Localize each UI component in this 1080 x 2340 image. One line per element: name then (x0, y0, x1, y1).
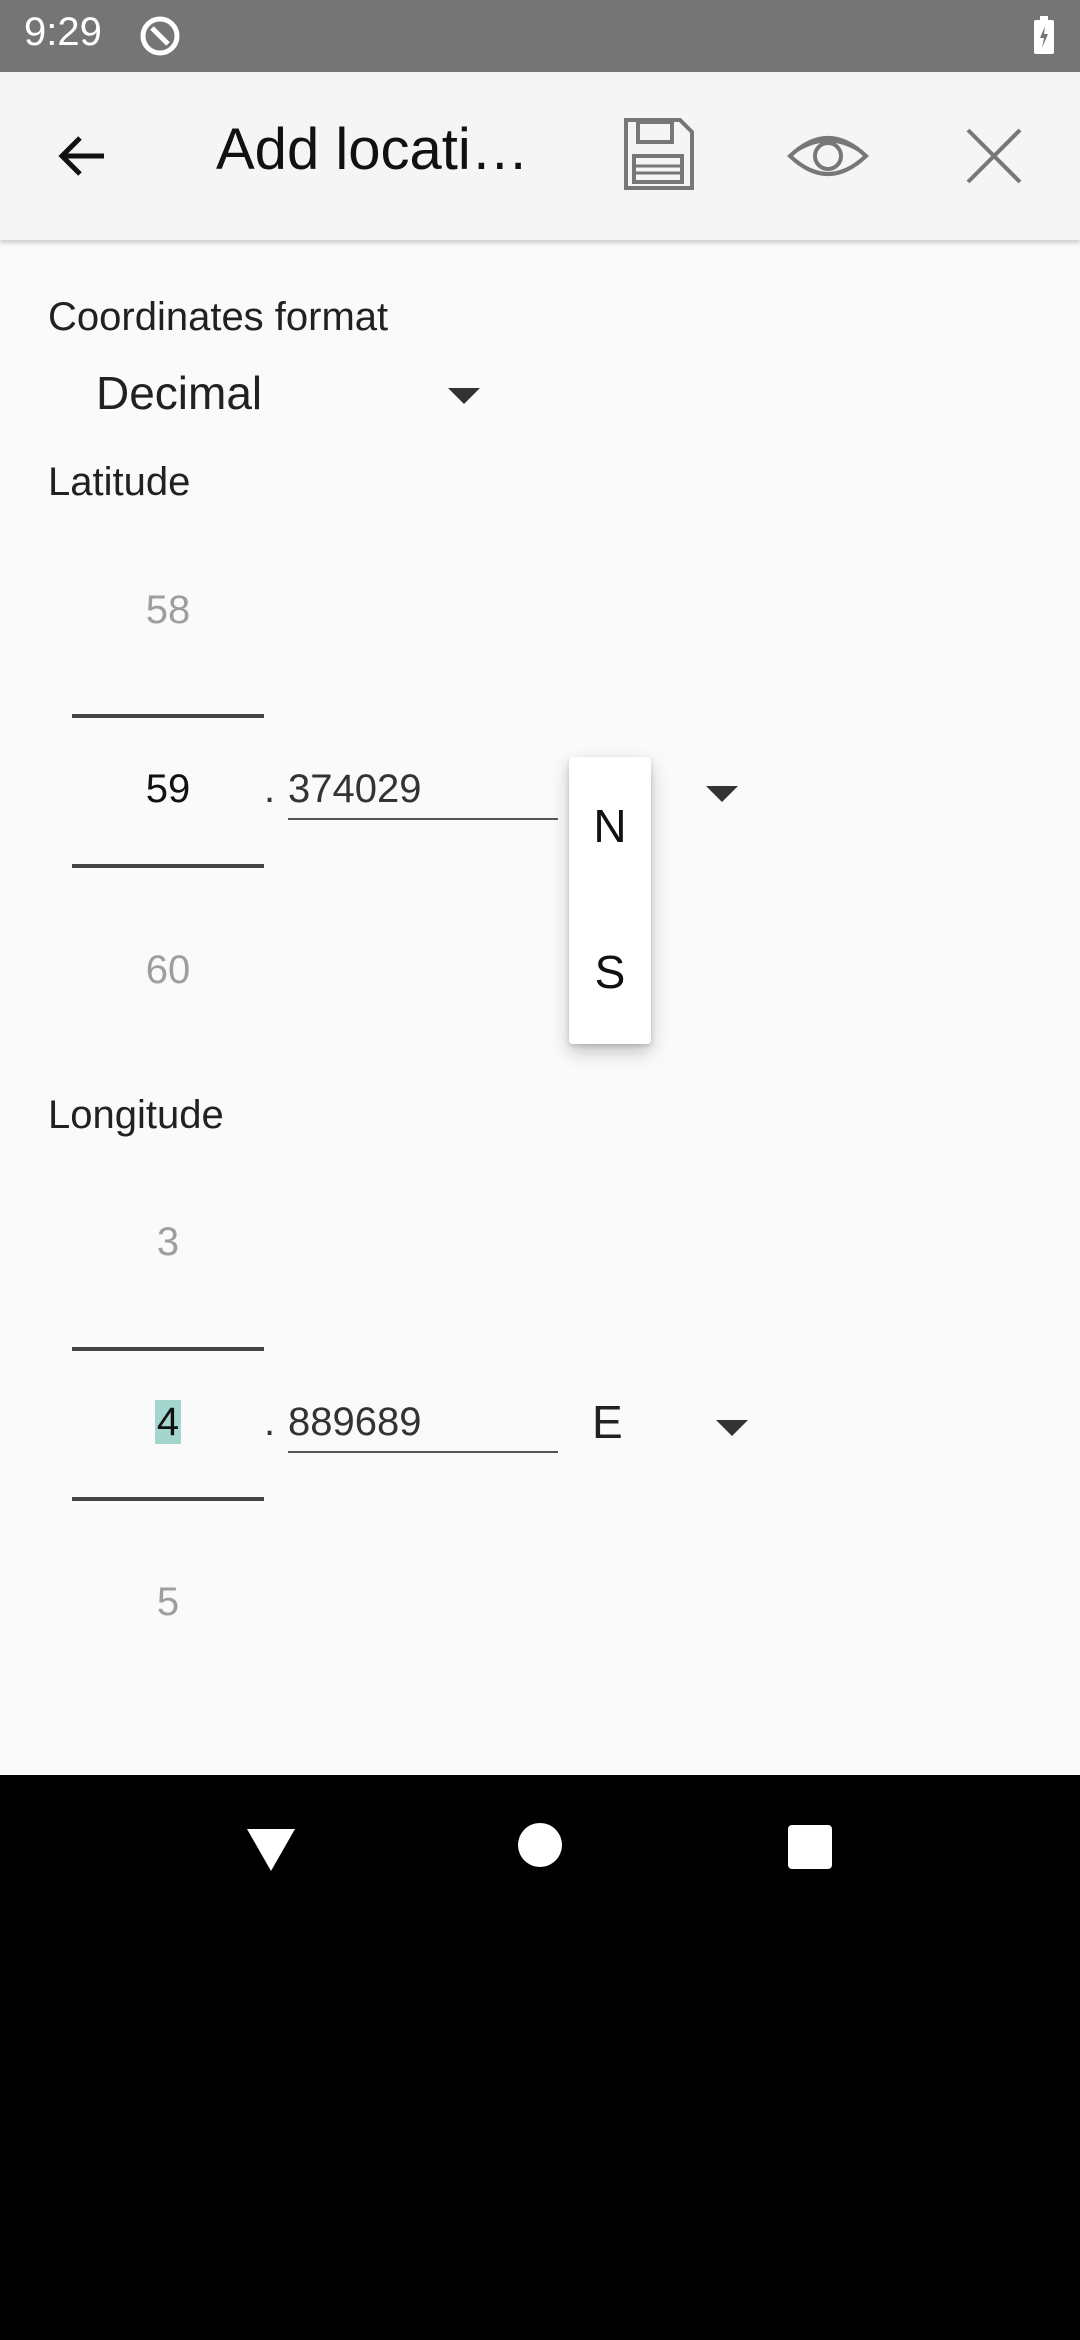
coordinates-format-label: Coordinates format (48, 295, 389, 339)
picker-divider (72, 1347, 264, 1351)
app-bar: Add locati… (0, 72, 1080, 240)
preview-eye-icon[interactable] (786, 124, 870, 188)
picker-divider (72, 864, 264, 868)
latitude-picker-next[interactable]: 60 (72, 948, 264, 993)
coordinates-format-value: Decimal (96, 367, 263, 419)
latitude-picker-prev[interactable]: 58 (72, 588, 264, 633)
status-time: 9:29 (24, 10, 102, 54)
battery-icon (1034, 16, 1054, 54)
close-icon[interactable] (962, 124, 1026, 188)
nav-home-icon[interactable] (518, 1823, 562, 1867)
back-arrow-icon[interactable] (50, 124, 114, 188)
longitude-picker-value[interactable]: 4 (72, 1400, 264, 1445)
latitude-hemisphere-arrow-icon[interactable] (706, 786, 738, 802)
sync-status-icon (140, 16, 180, 56)
latitude-picker-value[interactable]: 59 (72, 767, 264, 812)
location-form: Coordinates format Decimal Latitude 58 5… (0, 240, 1080, 1775)
latitude-label: Latitude (48, 460, 191, 504)
latitude-hemisphere-menu: N S (569, 757, 651, 1044)
longitude-label: Longitude (48, 1093, 224, 1137)
system-navigation-bar (0, 1775, 1080, 2340)
hemisphere-option-n[interactable]: N (569, 799, 651, 853)
hemisphere-option-s[interactable]: S (569, 945, 651, 999)
longitude-picker-value-text: 4 (154, 1400, 182, 1444)
chevron-down-icon (448, 388, 480, 404)
longitude-separator: . (264, 1400, 276, 1444)
latitude-separator: . (264, 767, 276, 811)
save-icon[interactable] (620, 116, 696, 192)
page-title: Add locati… (216, 117, 529, 182)
picker-divider (72, 1497, 264, 1501)
longitude-picker-prev[interactable]: 3 (72, 1220, 264, 1265)
nav-back-icon[interactable] (245, 1825, 297, 1873)
nav-recents-icon[interactable] (788, 1825, 832, 1869)
picker-divider (72, 714, 264, 718)
chevron-down-icon (716, 1420, 748, 1436)
longitude-decimal-field[interactable]: 889689 (288, 1400, 558, 1453)
latitude-decimal-field[interactable]: 374029 (288, 767, 558, 820)
status-bar: 9:29 (0, 0, 1080, 72)
longitude-picker-next[interactable]: 5 (72, 1580, 264, 1625)
longitude-hemisphere-value: E (592, 1396, 623, 1448)
